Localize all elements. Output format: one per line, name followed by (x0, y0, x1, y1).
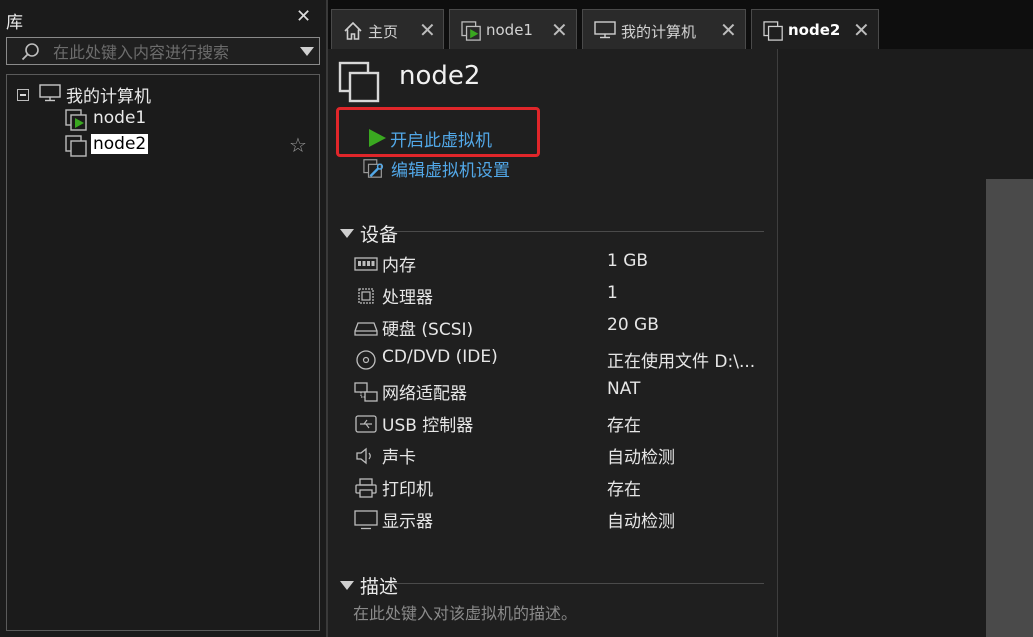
usb-icon (355, 415, 377, 433)
library-tree: 我的计算机 node1 node2 ☆ (6, 74, 320, 631)
speaker-icon (356, 447, 371, 465)
device-row-network[interactable]: 网络适配器 NAT (354, 379, 774, 405)
monitor-icon (594, 21, 616, 39)
tab-close-button[interactable]: ✕ (551, 18, 568, 42)
collapse-arrow-icon (340, 229, 354, 238)
harddisk-icon (354, 322, 378, 336)
collapse-toggle[interactable] (17, 89, 29, 101)
vm-details-panel: node2 开启此虚拟机 编辑虚拟机设置 设备 内存 1 GB 处理器 1 硬盘… (328, 49, 777, 637)
home-icon (344, 21, 362, 40)
vm-screen-thumbnail[interactable] (986, 179, 1033, 637)
device-name: CD/DVD (IDE) (382, 347, 498, 367)
tab-close-button[interactable]: ✕ (853, 18, 870, 42)
device-row-processor[interactable]: 处理器 1 (354, 283, 774, 309)
search-dropdown-arrow[interactable] (300, 47, 314, 56)
tab-label: node2 (788, 21, 841, 39)
tab-node2[interactable]: node2 ✕ (751, 9, 879, 49)
device-value: 20 GB (607, 315, 659, 335)
device-row-cd-dvd[interactable]: CD/DVD (IDE) 正在使用文件 D:\... (354, 347, 774, 373)
device-row-harddisk[interactable]: 硬盘 (SCSI) 20 GB (354, 315, 774, 341)
edit-vm-settings-link[interactable]: 编辑虚拟机设置 (362, 156, 562, 181)
devices-section-toggle[interactable]: 设备 (340, 220, 398, 247)
device-value: NAT (607, 379, 641, 399)
tab-label: 我的计算机 (621, 23, 697, 41)
device-name: 显示器 (382, 512, 433, 532)
device-row-display[interactable]: 显示器 自动检测 (354, 507, 774, 533)
device-name: 声卡 (382, 448, 416, 468)
device-row-printer[interactable]: 打印机 存在 (354, 475, 774, 501)
section-divider (388, 231, 764, 232)
collapse-arrow-icon (340, 581, 354, 590)
vm-icon (65, 135, 87, 157)
tree-item-label: node2 (91, 134, 149, 154)
vm-running-icon (65, 109, 87, 131)
memory-icon (354, 257, 378, 271)
section-divider (388, 583, 764, 584)
device-value: 正在使用文件 D:\... (607, 352, 756, 372)
tab-label: 主页 (368, 23, 399, 41)
vm-running-icon (461, 21, 481, 41)
device-name: USB 控制器 (382, 416, 474, 436)
library-panel: 库 ✕ 我的计算机 node1 (0, 0, 326, 637)
tab-bar: 主页 ✕ node1 ✕ 我的计算机 ✕ node2 ✕ (328, 0, 1033, 49)
description-section-toggle[interactable]: 描述 (340, 572, 398, 599)
device-name: 处理器 (382, 288, 433, 308)
device-value: 1 GB (607, 251, 649, 271)
network-icon (354, 382, 378, 402)
library-title: 库 (6, 13, 23, 33)
device-value: 自动检测 (607, 512, 675, 532)
tree-item-label: node1 (93, 108, 147, 128)
device-name: 硬盘 (SCSI) (382, 320, 474, 340)
vm-icon (338, 61, 380, 103)
library-header: 库 ✕ (0, 0, 326, 36)
display-icon (354, 510, 378, 530)
tree-item-label: 我的计算机 (66, 87, 151, 107)
device-name: 内存 (382, 256, 416, 276)
tree-item-node2[interactable]: node2 (7, 133, 319, 157)
printer-icon (355, 478, 377, 498)
vm-icon (763, 21, 783, 41)
edit-settings-icon (363, 159, 384, 178)
power-on-label: 开启此虚拟机 (390, 131, 492, 151)
tab-home[interactable]: 主页 ✕ (331, 9, 444, 49)
tree-item-my-computer[interactable]: 我的计算机 (7, 81, 319, 107)
device-name: 网络适配器 (382, 384, 467, 404)
vm-title: node2 (399, 61, 481, 91)
device-row-sound[interactable]: 声卡 自动检测 (354, 443, 774, 469)
description-placeholder[interactable]: 在此处键入对该虚拟机的描述。 (353, 600, 577, 624)
search-icon (21, 43, 39, 61)
search-input[interactable] (53, 41, 289, 63)
edit-settings-label: 编辑虚拟机设置 (391, 161, 510, 181)
monitor-icon (39, 84, 61, 102)
device-value: 1 (607, 283, 618, 303)
device-name: 打印机 (382, 480, 433, 500)
device-row-memory[interactable]: 内存 1 GB (354, 251, 774, 277)
cd-icon (356, 350, 376, 370)
tab-close-button[interactable]: ✕ (419, 18, 436, 42)
play-icon (369, 129, 386, 147)
device-value: 存在 (607, 416, 641, 436)
library-search[interactable] (6, 37, 320, 65)
tab-node1[interactable]: node1 ✕ (449, 9, 577, 49)
tab-my-computer[interactable]: 我的计算机 ✕ (582, 9, 746, 49)
device-value: 存在 (607, 480, 641, 500)
library-close-button[interactable]: ✕ (296, 6, 311, 27)
description-header: 描述 (360, 576, 399, 598)
cpu-icon (358, 288, 374, 304)
favorite-star-icon[interactable]: ☆ (289, 133, 307, 157)
device-value: 自动检测 (607, 448, 675, 468)
device-row-usb[interactable]: USB 控制器 存在 (354, 411, 774, 437)
devices-header: 设备 (360, 224, 399, 246)
tree-item-node1[interactable]: node1 (7, 107, 319, 131)
vm-preview-pane (778, 49, 1033, 637)
power-on-vm-link[interactable]: 开启此虚拟机 (366, 126, 536, 151)
tab-label: node1 (486, 21, 533, 39)
tab-close-button[interactable]: ✕ (720, 18, 737, 42)
